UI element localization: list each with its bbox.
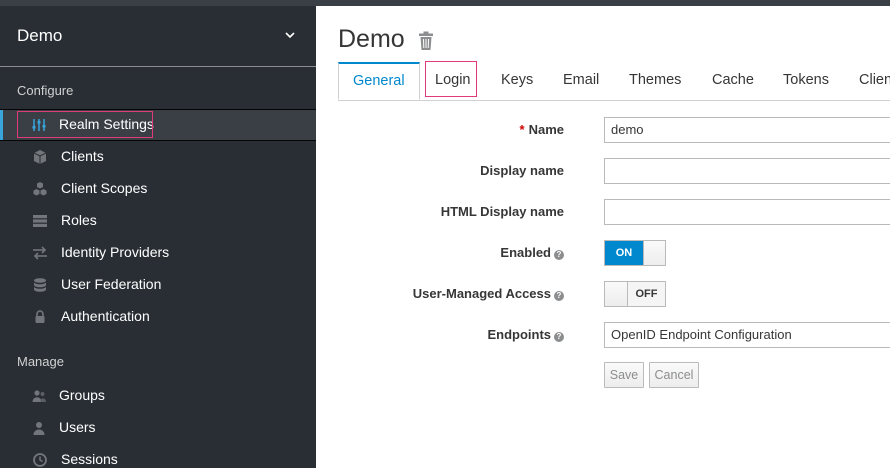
help-icon[interactable]: ?: [554, 291, 564, 301]
sidebar-item-label: Identity Providers: [61, 244, 169, 260]
endpoints-label-text: Endpoints: [487, 327, 551, 342]
name-input[interactable]: demo: [604, 117, 890, 143]
tab-label: Clien: [859, 72, 890, 88]
exchange-icon: [32, 245, 48, 261]
sidebar-item-client-scopes[interactable]: Client Scopes: [0, 173, 316, 205]
name-label-text: Name: [529, 122, 564, 137]
toggle-knob: [643, 241, 665, 265]
tab-cache[interactable]: Cache: [712, 62, 758, 99]
html-display-name-input[interactable]: [604, 199, 890, 225]
main-content: Demo General Login Keys Email Themes Cac…: [316, 6, 890, 468]
selection-highlight: [17, 111, 153, 138]
sidebar-item-users[interactable]: Users: [0, 412, 316, 444]
sidebar: Demo Configure Realm Settings Clients: [0, 6, 316, 468]
tab-login[interactable]: Login: [425, 61, 477, 97]
sidebar-item-label: Client Scopes: [61, 180, 147, 196]
page-title: Demo: [338, 25, 405, 54]
sidebar-item-sessions[interactable]: Sessions: [0, 444, 316, 476]
user-icon: [31, 420, 47, 436]
endpoints-select[interactable]: OpenID Endpoint Configuration: [604, 322, 890, 348]
toggle-on-label: ON: [605, 241, 643, 265]
sidebar-item-label: Sessions: [61, 451, 118, 467]
save-button[interactable]: Save: [604, 362, 644, 388]
sidebar-item-label: Roles: [61, 212, 97, 228]
enabled-label-text: Enabled: [500, 245, 551, 260]
tab-label: Tokens: [783, 72, 829, 88]
tab-tokens[interactable]: Tokens: [783, 62, 835, 99]
tab-label: Login: [435, 72, 470, 88]
database-icon: [32, 277, 48, 293]
trash-icon[interactable]: [417, 31, 435, 51]
name-label: * Name: [520, 122, 564, 137]
cancel-button[interactable]: Cancel: [649, 362, 699, 388]
required-marker: *: [520, 122, 525, 137]
cube-icon: [32, 149, 48, 165]
user-managed-access-label-text: User-Managed Access: [413, 286, 551, 301]
list-icon: [32, 213, 48, 229]
chevron-down-icon: [283, 28, 297, 42]
tab-label: Email: [563, 72, 599, 88]
enabled-toggle[interactable]: ON: [604, 240, 666, 266]
tab-label: Cache: [712, 72, 754, 88]
sidebar-item-label: Clients: [61, 148, 104, 164]
sidebar-item-label: Groups: [59, 387, 105, 403]
sidebar-item-realm-settings[interactable]: Realm Settings: [0, 109, 316, 141]
sidebar-item-label: Authentication: [61, 308, 150, 324]
help-icon[interactable]: ?: [554, 332, 564, 342]
realm-selector[interactable]: Demo: [0, 6, 316, 67]
sidebar-item-roles[interactable]: Roles: [0, 205, 316, 237]
users-group-icon: [31, 388, 47, 404]
sidebar-item-identity-providers[interactable]: Identity Providers: [0, 237, 316, 269]
configure-heading: Configure: [17, 83, 73, 98]
tab-label: Keys: [501, 72, 533, 88]
manage-heading: Manage: [17, 354, 64, 369]
tab-email[interactable]: Email: [563, 62, 607, 99]
tab-label: General: [353, 73, 405, 89]
tab-general[interactable]: General: [338, 62, 420, 100]
tab-label: Themes: [629, 72, 681, 88]
user-managed-access-toggle[interactable]: OFF: [604, 281, 666, 307]
form-actions: Save Cancel: [604, 362, 804, 388]
sidebar-item-label: Users: [59, 419, 96, 435]
sidebar-item-authentication[interactable]: Authentication: [0, 301, 316, 333]
help-icon[interactable]: ?: [554, 250, 564, 260]
cubes-icon: [32, 181, 48, 197]
display-name-input[interactable]: [604, 158, 890, 184]
realm-name: Demo: [17, 26, 62, 46]
sidebar-item-label: User Federation: [61, 276, 161, 292]
tab-themes[interactable]: Themes: [629, 62, 687, 99]
lock-icon: [32, 309, 48, 325]
sidebar-item-groups[interactable]: Groups: [0, 380, 316, 412]
user-managed-access-label: User-Managed Access?: [413, 286, 564, 301]
tab-bar: General Login Keys Email Themes Cache To…: [338, 62, 890, 101]
endpoints-label: Endpoints?: [487, 327, 564, 342]
enabled-label: Enabled?: [500, 245, 564, 260]
html-display-name-label: HTML Display name: [441, 204, 564, 219]
clock-icon: [32, 452, 48, 468]
toggle-knob: [605, 282, 628, 306]
tab-clients[interactable]: Clien: [859, 62, 890, 99]
display-name-label: Display name: [480, 163, 564, 178]
tab-keys[interactable]: Keys: [501, 62, 541, 99]
sidebar-item-clients[interactable]: Clients: [0, 141, 316, 173]
sidebar-item-user-federation[interactable]: User Federation: [0, 269, 316, 301]
toggle-off-label: OFF: [628, 282, 665, 306]
